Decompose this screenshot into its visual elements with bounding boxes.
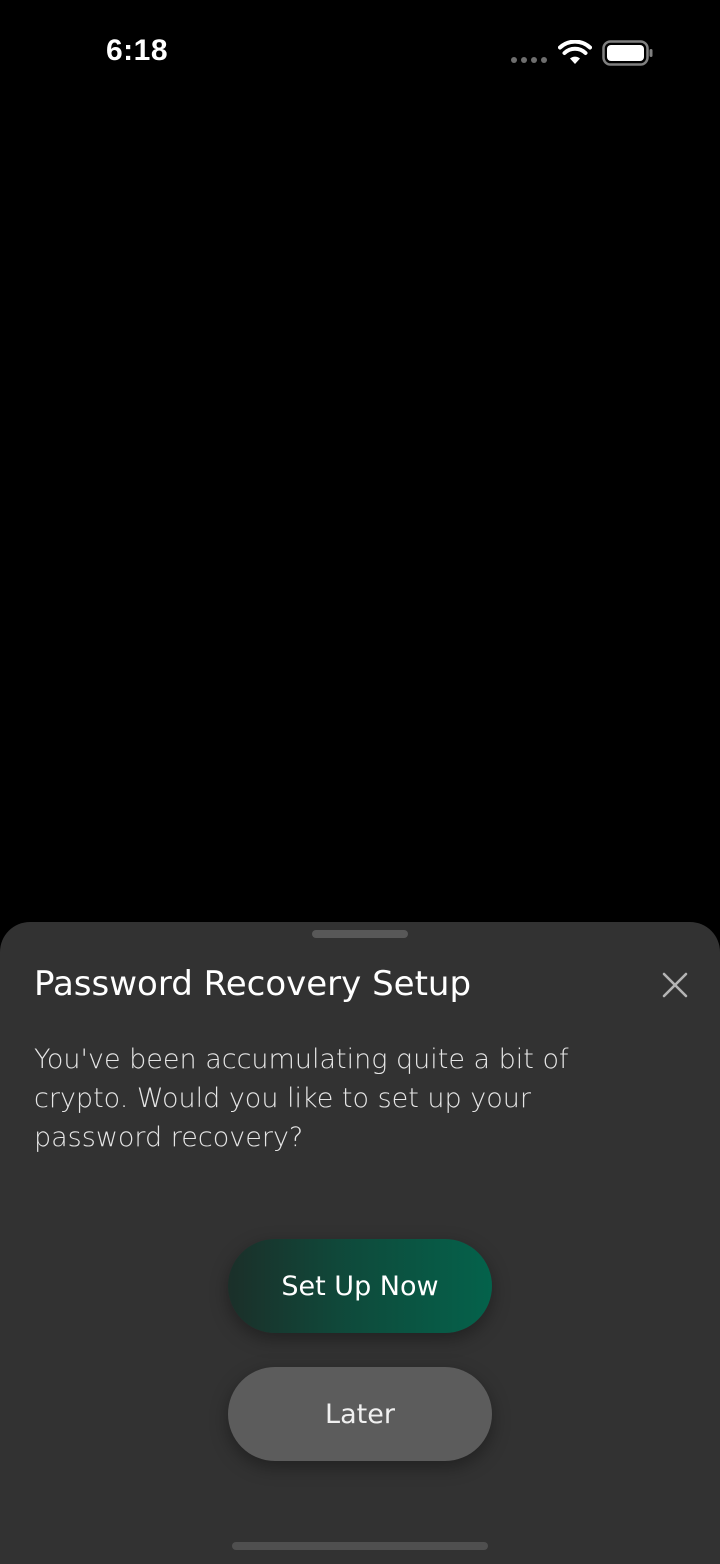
set-up-now-button[interactable]: Set Up Now <box>228 1239 492 1333</box>
wifi-icon <box>558 40 592 64</box>
close-icon <box>662 972 688 998</box>
signal-dots-icon <box>511 57 547 63</box>
sheet-message: You've been accumulating quite a bit of … <box>34 1044 569 1153</box>
password-recovery-sheet: Password Recovery Setup You've been accu… <box>0 922 720 1564</box>
sheet-grabber[interactable] <box>312 930 408 938</box>
home-indicator <box>232 1542 488 1550</box>
close-button[interactable] <box>652 962 698 1008</box>
status-bar: 6:18 <box>0 0 720 100</box>
battery-icon <box>602 40 653 66</box>
status-time: 6:18 <box>106 34 169 67</box>
later-button[interactable]: Later <box>228 1367 492 1461</box>
sheet-title: Password Recovery Setup <box>34 964 472 1004</box>
